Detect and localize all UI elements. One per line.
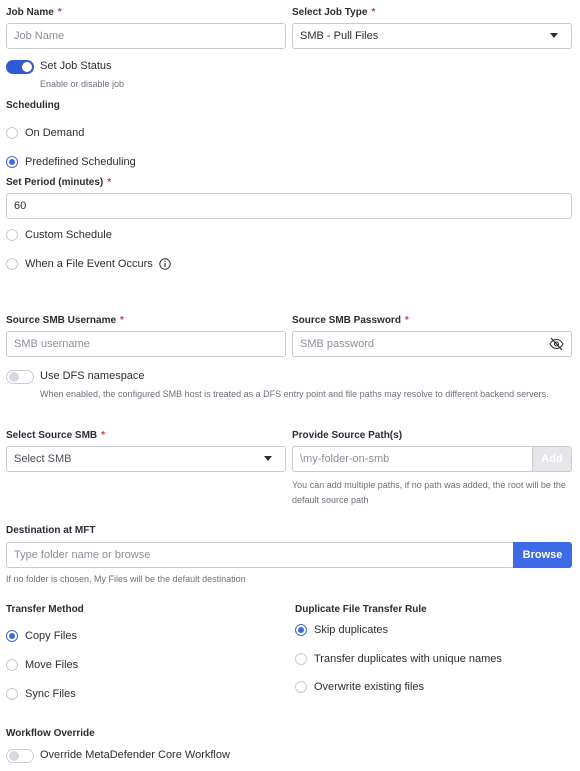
source-paths-help: You can add multiple paths, if no path w… (292, 480, 566, 505)
transfer-option-copy[interactable]: Copy Files (6, 630, 77, 642)
radio-button[interactable] (6, 229, 18, 241)
transfer-option-sync[interactable]: Sync Files (6, 688, 76, 700)
job-type-value: SMB - Pull Files (300, 30, 379, 42)
smb-username-label: Source SMB Username * (6, 315, 124, 326)
radio-button[interactable] (295, 653, 307, 665)
duplicate-option-unique[interactable]: Transfer duplicates with unique names (295, 653, 502, 665)
job-status-label: Set Job Status (40, 60, 112, 72)
duplicate-option-skip[interactable]: Skip duplicates (295, 624, 388, 636)
scheduling-option-custom[interactable]: Custom Schedule (6, 229, 112, 241)
dfs-toggle[interactable] (6, 370, 34, 384)
source-smb-label: Select Source SMB * (6, 430, 106, 441)
radio-button[interactable] (295, 681, 307, 693)
dfs-label: Use DFS namespace (40, 370, 145, 382)
add-path-button[interactable]: Add (532, 447, 571, 471)
destination-label: Destination at MFT (6, 525, 96, 536)
smb-password-input[interactable]: SMB password (292, 331, 572, 357)
radio-button[interactable] (6, 258, 18, 270)
job-status-help: Enable or disable job (40, 79, 125, 89)
transfer-option-move[interactable]: Move Files (6, 659, 78, 671)
period-label: Set Period (minutes) * (6, 177, 112, 188)
period-input[interactable]: 60 (6, 193, 572, 219)
info-icon[interactable] (159, 258, 171, 270)
duplicate-rule-label: Duplicate File Transfer Rule (295, 604, 427, 615)
destination-input[interactable]: Type folder name or browse Browse (6, 542, 572, 568)
job-type-select[interactable]: SMB - Pull Files (292, 23, 572, 49)
duplicate-option-overwrite[interactable]: Overwrite existing files (295, 681, 424, 693)
browse-button[interactable]: Browse (513, 542, 572, 568)
radio-button[interactable] (6, 630, 18, 642)
dfs-help: When enabled, the configured SMB host is… (40, 389, 549, 399)
radio-button[interactable] (6, 127, 18, 139)
chevron-down-icon (550, 33, 558, 38)
source-path-input[interactable]: \my-folder-on-smb Add (292, 446, 572, 472)
radio-button[interactable] (6, 688, 18, 700)
job-name-input[interactable]: Job Name (6, 23, 286, 49)
job-status-toggle[interactable] (6, 60, 34, 74)
scheduling-option-file-event[interactable]: When a File Event Occurs (6, 258, 171, 270)
job-name-label: Job Name * (6, 7, 62, 18)
scheduling-option-on-demand[interactable]: On Demand (6, 127, 84, 139)
eye-off-icon[interactable] (549, 337, 564, 351)
smb-password-label: Source SMB Password * (292, 315, 409, 326)
radio-button[interactable] (295, 624, 307, 636)
transfer-method-label: Transfer Method (6, 604, 84, 615)
workflow-override-toggle[interactable] (6, 749, 34, 763)
workflow-override-label: Workflow Override (6, 728, 95, 739)
source-smb-select[interactable]: Select SMB (6, 446, 286, 472)
radio-button[interactable] (6, 156, 18, 168)
smb-username-input[interactable]: SMB username (6, 331, 286, 357)
job-type-label: Select Job Type * (292, 7, 376, 18)
workflow-override-toggle-label: Override MetaDefender Core Workflow (40, 749, 230, 761)
scheduling-label: Scheduling (6, 100, 60, 111)
source-paths-label: Provide Source Path(s) (292, 430, 403, 441)
destination-help: If no folder is chosen, My Files will be… (6, 574, 246, 584)
radio-button[interactable] (6, 659, 18, 671)
chevron-down-icon (264, 456, 272, 461)
scheduling-option-predefined[interactable]: Predefined Scheduling (6, 156, 136, 168)
